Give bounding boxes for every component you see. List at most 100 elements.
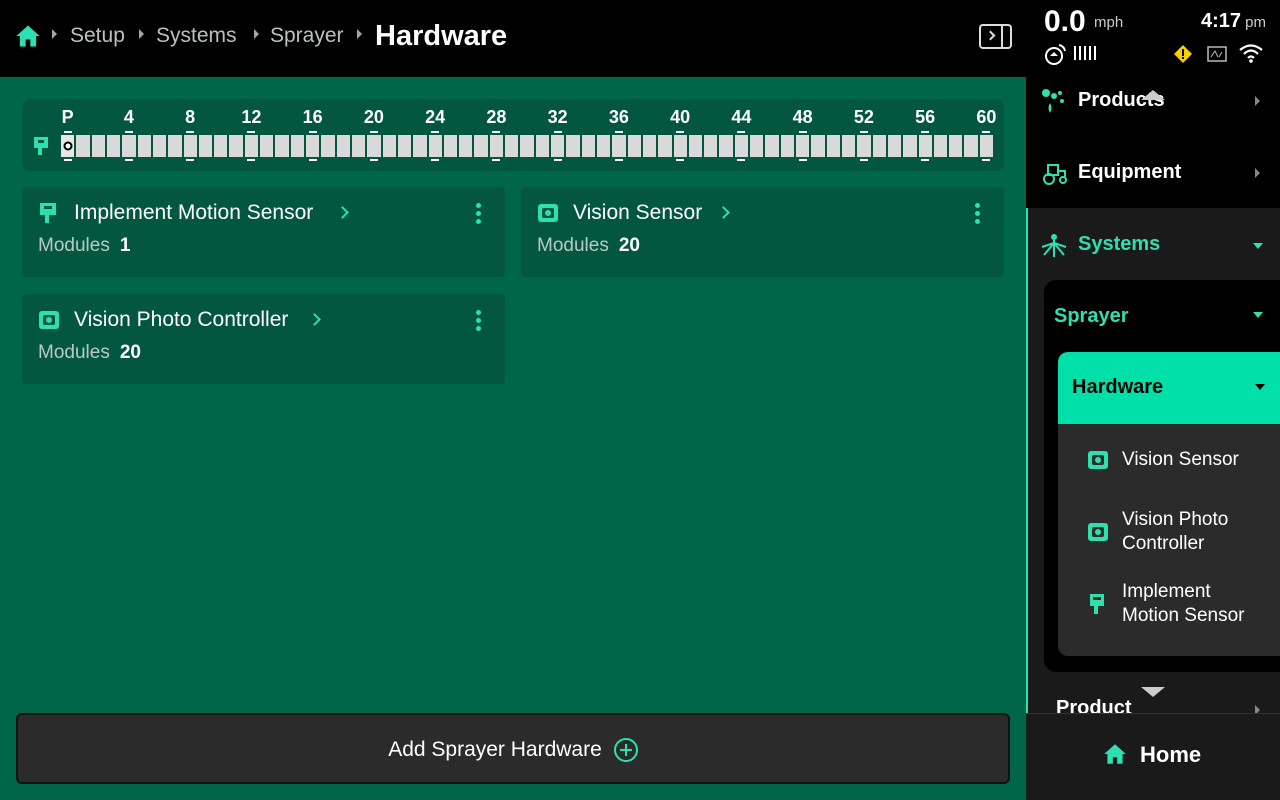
boom-section[interactable] [366,134,382,158]
boom-section[interactable] [871,134,887,158]
boom-section[interactable] [396,134,413,158]
card-modules: Modules 20 [38,342,141,364]
boom-section[interactable] [641,134,658,158]
boom-section[interactable] [182,134,198,158]
boom-section[interactable] [442,134,459,158]
boom-section[interactable] [350,134,367,158]
boom-section[interactable] [902,134,918,158]
boom-section[interactable] [305,134,321,158]
sidebar-item-sprayer[interactable]: Sprayer [1042,280,1280,350]
boom-section[interactable] [412,134,428,158]
card-vision-photo-controller[interactable]: Vision Photo Controller Modules 20 [22,294,505,384]
speed-unit: mph [1094,14,1124,31]
boom-section[interactable] [243,134,260,158]
boom-section[interactable] [151,134,168,158]
boom-section-primary[interactable] [60,134,76,158]
boom-section[interactable] [825,134,841,158]
wifi-icon[interactable] [1238,42,1264,64]
boom-section[interactable] [749,134,765,158]
boom-section[interactable] [611,134,627,158]
boom-section[interactable] [213,134,229,158]
boom-section[interactable] [335,134,351,158]
boom-section[interactable] [672,134,688,158]
boom-section[interactable] [473,134,489,158]
sidebar-item-products[interactable]: Products [1026,77,1280,147]
more-options-button[interactable] [473,203,483,227]
breadcrumb-separator [357,29,362,39]
boom-section[interactable] [289,134,305,158]
more-options-button[interactable] [473,310,483,334]
breadcrumb-systems[interactable]: Systems [156,22,237,50]
chevron-right-icon [308,313,321,326]
boom-section[interactable] [840,134,857,158]
boom-section[interactable] [580,134,596,158]
boom-section[interactable] [886,134,903,158]
boom-section[interactable] [259,134,275,158]
boom-section[interactable] [228,134,244,158]
boom-section[interactable] [978,134,995,158]
breadcrumb-setup[interactable]: Setup [70,22,125,50]
sidebar-subitem-implement-motion-sensor[interactable]: Implement Motion Sensor [1058,568,1280,640]
boom-section[interactable] [550,134,566,158]
boom-section[interactable] [121,134,137,158]
panel-toggle-button[interactable] [979,24,1012,49]
sidebar-subitem-vision-sensor[interactable]: Vision Sensor [1058,424,1280,496]
boom-section[interactable] [197,134,214,158]
display-icon[interactable] [1207,46,1227,62]
boom-section[interactable] [810,134,826,158]
boom-section-bar: P 4 8 12 16 20 24 28 32 36 40 44 48 52 56 60 [22,99,1004,171]
boom-sections[interactable] [60,134,995,158]
boom-section[interactable] [427,134,443,158]
boom-section[interactable] [105,134,122,158]
subitem-label: Implement Motion Sensor [1122,581,1245,626]
boom-section[interactable] [381,134,397,158]
gps-icon[interactable] [1044,42,1068,66]
warning-icon[interactable] [1173,44,1193,64]
boom-section[interactable] [733,134,750,158]
boom-label: 28 [486,107,507,127]
boom-section[interactable] [657,134,673,158]
boom-section[interactable] [167,134,183,158]
sidebar-item-hardware[interactable]: Hardware [1058,352,1280,424]
home-icon[interactable] [14,22,42,50]
boom-section[interactable] [779,134,795,158]
boom-section[interactable] [565,134,581,158]
more-options-button[interactable] [972,203,982,227]
modules-label: Modules [537,235,609,256]
boom-section[interactable] [534,134,550,158]
boom-section[interactable] [917,134,933,158]
boom-section[interactable] [320,134,336,158]
boom-section[interactable] [718,134,734,158]
boom-section[interactable] [687,134,704,158]
boom-section[interactable] [458,134,474,158]
boom-section[interactable] [626,134,642,158]
boom-section[interactable] [90,134,106,158]
breadcrumb-sprayer[interactable]: Sprayer [270,22,344,50]
boom-section[interactable] [595,134,612,158]
sidebar-systems-group: Systems Sprayer Hardware Vision Sensor V… [1026,208,1280,713]
scroll-up-icon[interactable] [1141,90,1165,100]
speed-value: 0.0 [1044,5,1086,38]
card-implement-motion-sensor[interactable]: Implement Motion Sensor Modules 1 [22,187,505,277]
boom-section[interactable] [488,134,505,158]
vision-sensor-icon [1088,451,1108,469]
boom-section[interactable] [963,134,979,158]
boom-section[interactable] [519,134,535,158]
home-button[interactable]: Home [1026,713,1280,800]
scroll-down-icon[interactable] [1141,687,1165,697]
boom-section[interactable] [504,134,520,158]
add-sprayer-hardware-button[interactable]: Add Sprayer Hardware [16,713,1010,784]
boom-section[interactable] [764,134,780,158]
boom-section[interactable] [703,134,719,158]
boom-section[interactable] [795,134,811,158]
boom-section[interactable] [75,134,91,158]
boom-section[interactable] [932,134,949,158]
motion-sensor-icon [1090,594,1104,614]
sidebar-subitem-vision-photo-controller[interactable]: Vision Photo Controller [1058,496,1280,568]
boom-section[interactable] [136,134,152,158]
primary-marker-icon [63,141,73,151]
boom-section[interactable] [274,134,290,158]
boom-section[interactable] [856,134,872,158]
boom-section[interactable] [948,134,964,158]
card-vision-sensor[interactable]: Vision Sensor Modules 20 [521,187,1004,277]
